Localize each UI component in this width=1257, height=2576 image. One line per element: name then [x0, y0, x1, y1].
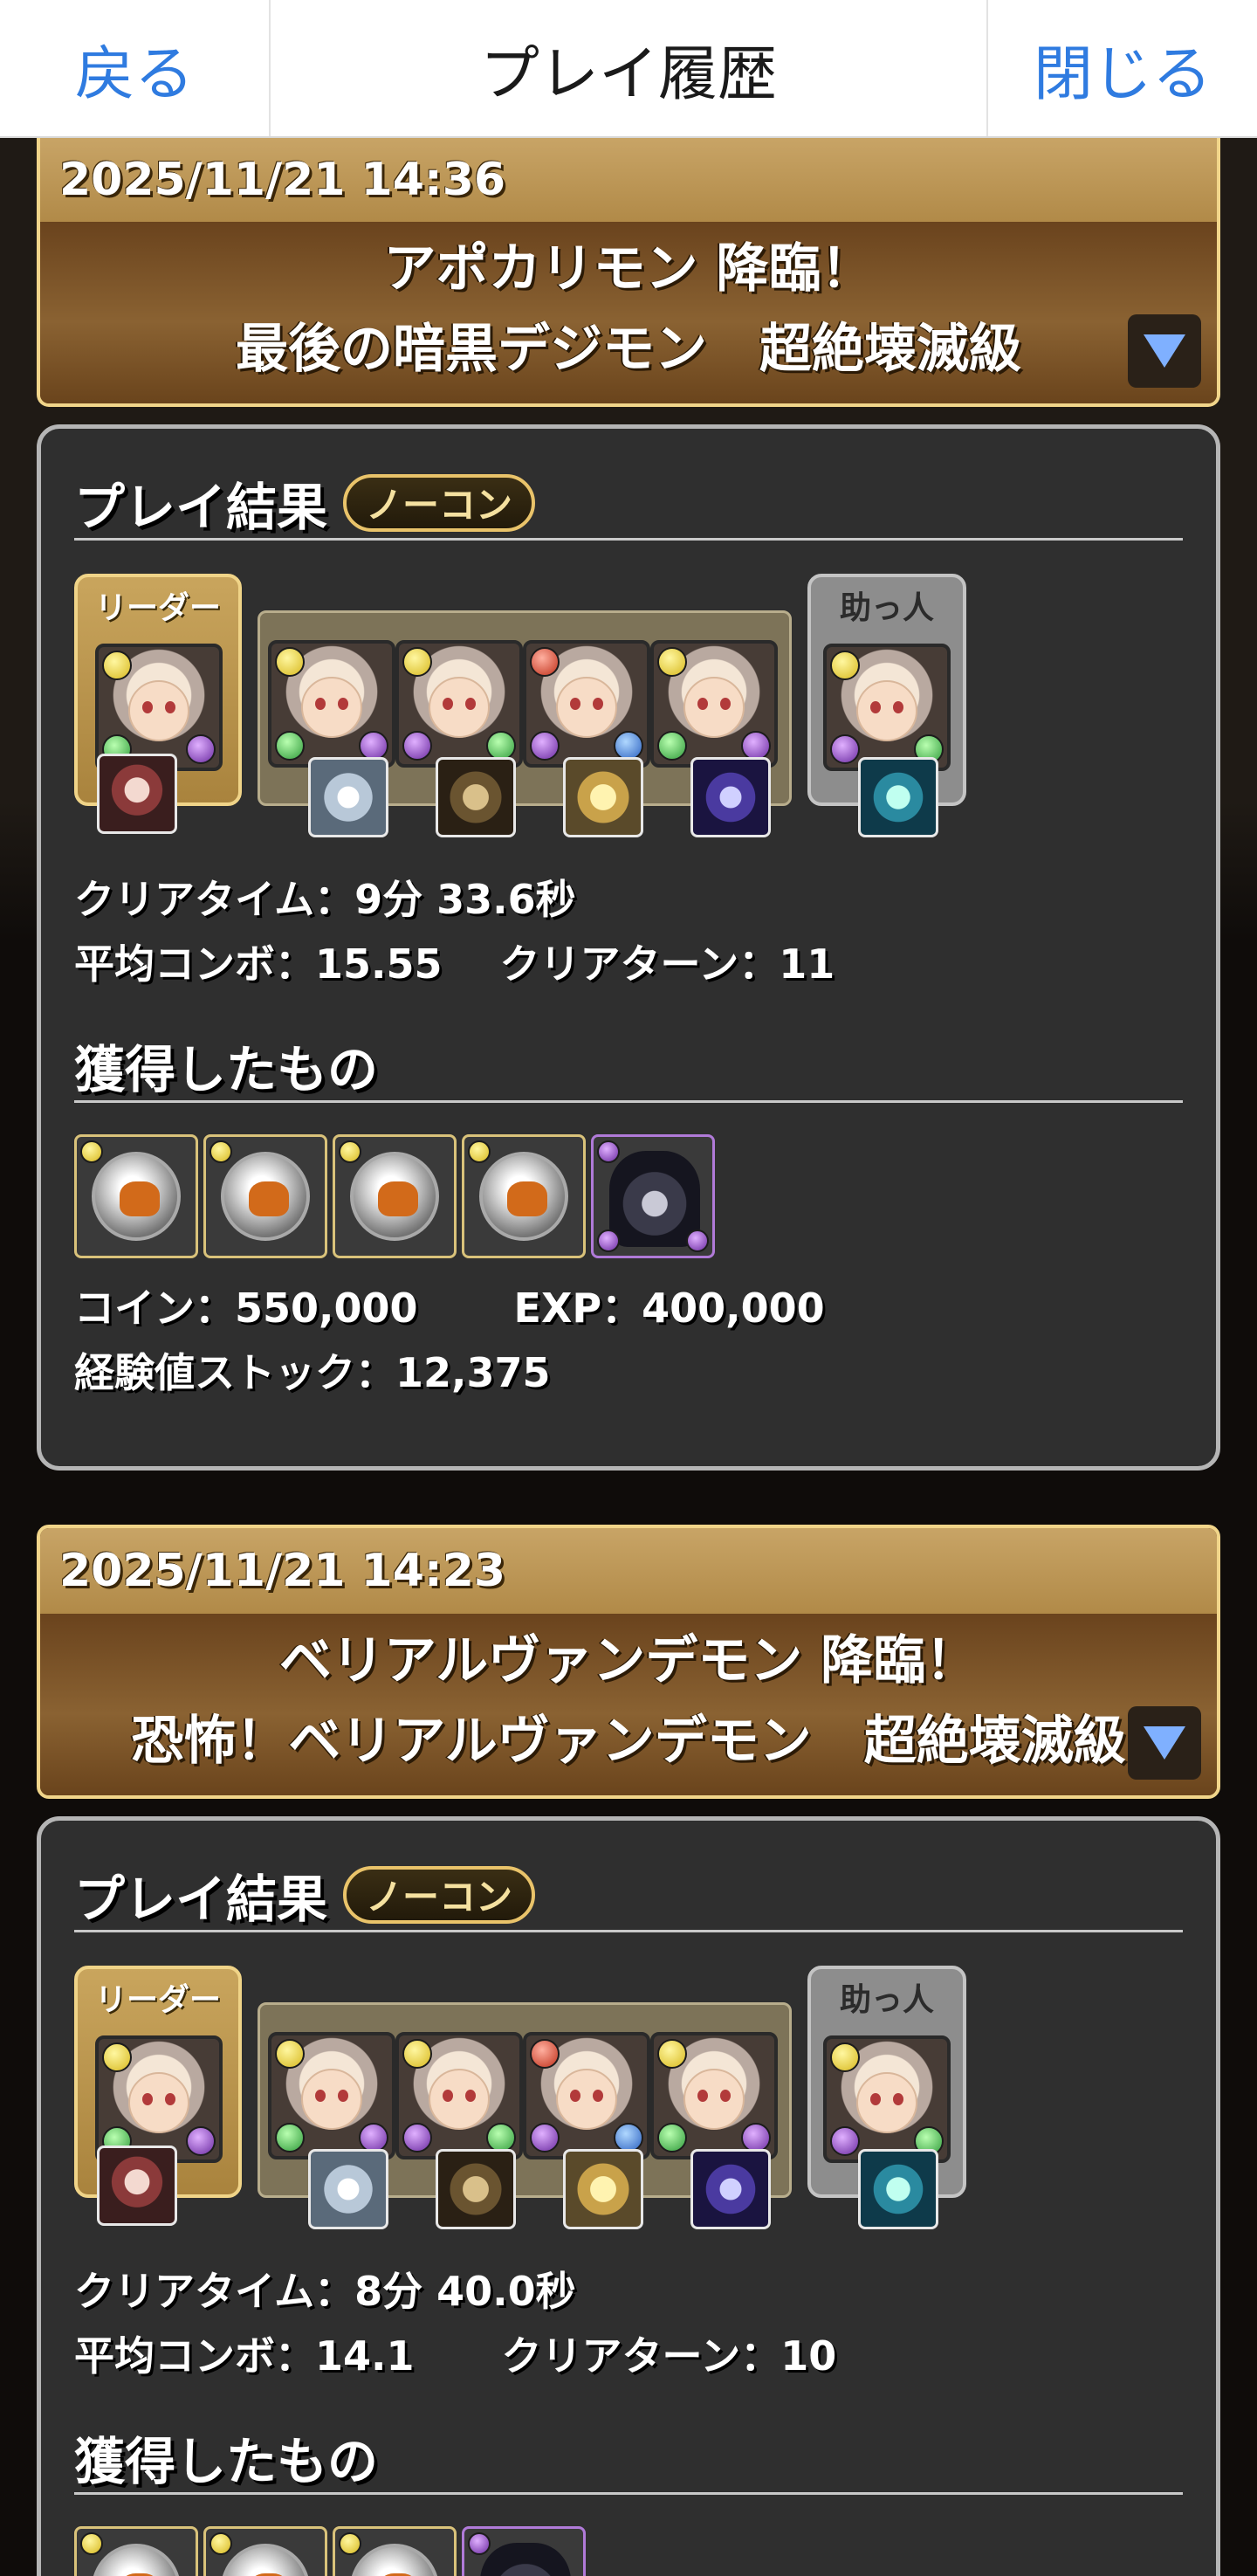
- combo-turn-row: 平均コンボ：15.55 クリアターン：11: [74, 932, 1183, 996]
- assist-icon[interactable]: [690, 2149, 771, 2229]
- leader-label: リーダー: [94, 1982, 221, 2018]
- dungeon-title: ベリアルヴァンデモン 降臨！: [278, 1630, 979, 1691]
- monster-icon[interactable]: [523, 640, 650, 768]
- assist-icon[interactable]: [97, 2146, 177, 2226]
- result-panel: プレイ結果 ノーコン リーダー: [37, 424, 1220, 1471]
- reward-item[interactable]: [74, 2526, 198, 2576]
- triangle-down-icon: [1144, 334, 1185, 368]
- reward-item[interactable]: [462, 1134, 586, 1258]
- average-combo: 平均コンボ：15.55: [74, 940, 443, 988]
- monster-icon[interactable]: [650, 640, 778, 768]
- reward-item[interactable]: [203, 2526, 327, 2576]
- leader-label: リーダー: [94, 590, 221, 626]
- assist-icon[interactable]: [436, 757, 516, 837]
- monster-icon[interactable]: [268, 2032, 395, 2159]
- dungeon-header[interactable]: 2025/11/21 14:23 ベリアルヴァンデモン 降臨！ 恐怖！ベリアルヴ…: [37, 1525, 1220, 1799]
- expand-toggle[interactable]: [1128, 1706, 1201, 1780]
- close-button[interactable]: 閉じる: [986, 0, 1257, 136]
- average-combo: 平均コンボ：14.1: [74, 2332, 415, 2380]
- monster-icon[interactable]: [268, 640, 395, 768]
- result-title: プレイ結果: [74, 477, 328, 537]
- monster-icon[interactable]: [395, 2032, 523, 2159]
- play-date: 2025/11/21 14:36: [40, 138, 1217, 222]
- monster-icon[interactable]: [95, 644, 223, 771]
- result-title: プレイ結果: [74, 1869, 328, 1929]
- assist-icon[interactable]: [436, 2149, 516, 2229]
- clear-time: クリアタイム：8分 40.0秒: [74, 2268, 576, 2315]
- clear-turn: クリアターン：11: [499, 940, 835, 988]
- assist-icon[interactable]: [563, 2149, 643, 2229]
- reward-item[interactable]: [462, 2526, 586, 2576]
- expand-toggle[interactable]: [1128, 314, 1201, 388]
- monster-icon[interactable]: [650, 2032, 778, 2159]
- reward-item[interactable]: [333, 2526, 457, 2576]
- history-entry: 2025/11/21 14:36 アポカリモン 降臨！ 最後の暗黒デジモン 超絶…: [37, 138, 1220, 1471]
- assist-icon[interactable]: [858, 757, 938, 837]
- coin-reward: コイン：550,000: [74, 1285, 418, 1332]
- back-button[interactable]: 戻る: [0, 0, 271, 136]
- team-lineup: リーダー 助っ人: [74, 574, 1183, 862]
- monster-icon[interactable]: [823, 2035, 951, 2163]
- monster-icon[interactable]: [823, 644, 951, 771]
- dungeon-subtitle: 恐怖！ベリアルヴァンデモン 超絶壊滅級: [131, 1711, 1126, 1772]
- reward-item[interactable]: [591, 1134, 715, 1258]
- clear-turn: クリアターン：10: [501, 2332, 837, 2380]
- team-lineup: リーダー 助っ人: [74, 1966, 1183, 2254]
- monster-icon[interactable]: [395, 640, 523, 768]
- assist-icon[interactable]: [858, 2149, 938, 2229]
- exp-stock: 経験値ストック：12,375: [74, 1349, 551, 1396]
- history-entry: 2025/11/21 14:23 ベリアルヴァンデモン 降臨！ 恐怖！ベリアルヴ…: [37, 1525, 1220, 2576]
- combo-turn-row: 平均コンボ：14.1 クリアターン：10: [74, 2324, 1183, 2388]
- reward-item[interactable]: [74, 1134, 198, 1258]
- exp-reward: EXP：400,000: [513, 1285, 825, 1332]
- helper-label: 助っ人: [839, 590, 934, 626]
- status-badge: ノーコン: [343, 1865, 536, 1924]
- triangle-down-icon: [1144, 1726, 1185, 1760]
- dungeon-header[interactable]: 2025/11/21 14:36 アポカリモン 降臨！ 最後の暗黒デジモン 超絶…: [37, 138, 1220, 407]
- obtained-title: 獲得したもの: [74, 2431, 379, 2491]
- assist-icon[interactable]: [308, 2149, 388, 2229]
- reward-item[interactable]: [203, 1134, 327, 1258]
- dungeon-title: アポカリモン 降臨！: [383, 238, 874, 300]
- assist-icon[interactable]: [308, 757, 388, 837]
- navigation-bar: 戻る プレイ履歴 閉じる: [0, 0, 1257, 138]
- assist-icon[interactable]: [97, 754, 177, 834]
- monster-icon[interactable]: [95, 2035, 223, 2163]
- clear-time: クリアタイム：9分 33.6秒: [74, 876, 576, 923]
- reward-list: [74, 2526, 1183, 2576]
- assist-icon[interactable]: [690, 757, 771, 837]
- play-date: 2025/11/21 14:23: [40, 1528, 1217, 1614]
- assist-icon[interactable]: [563, 757, 643, 837]
- monster-icon[interactable]: [523, 2032, 650, 2159]
- status-badge: ノーコン: [343, 473, 536, 532]
- play-history-list[interactable]: 2025/11/21 14:36 アポカリモン 降臨！ 最後の暗黒デジモン 超絶…: [0, 138, 1257, 2576]
- coin-exp-row: コイン：550,000 EXP：400,000: [74, 1276, 1183, 1340]
- reward-item[interactable]: [333, 1134, 457, 1258]
- reward-list: [74, 1134, 1183, 1262]
- result-panel: プレイ結果 ノーコン リーダー: [37, 1816, 1220, 2576]
- page-title: プレイ履歴: [479, 39, 777, 109]
- obtained-title: 獲得したもの: [74, 1039, 379, 1099]
- dungeon-subtitle: 最後の暗黒デジモン 超絶壊滅級: [236, 319, 1021, 380]
- helper-label: 助っ人: [839, 1982, 934, 2018]
